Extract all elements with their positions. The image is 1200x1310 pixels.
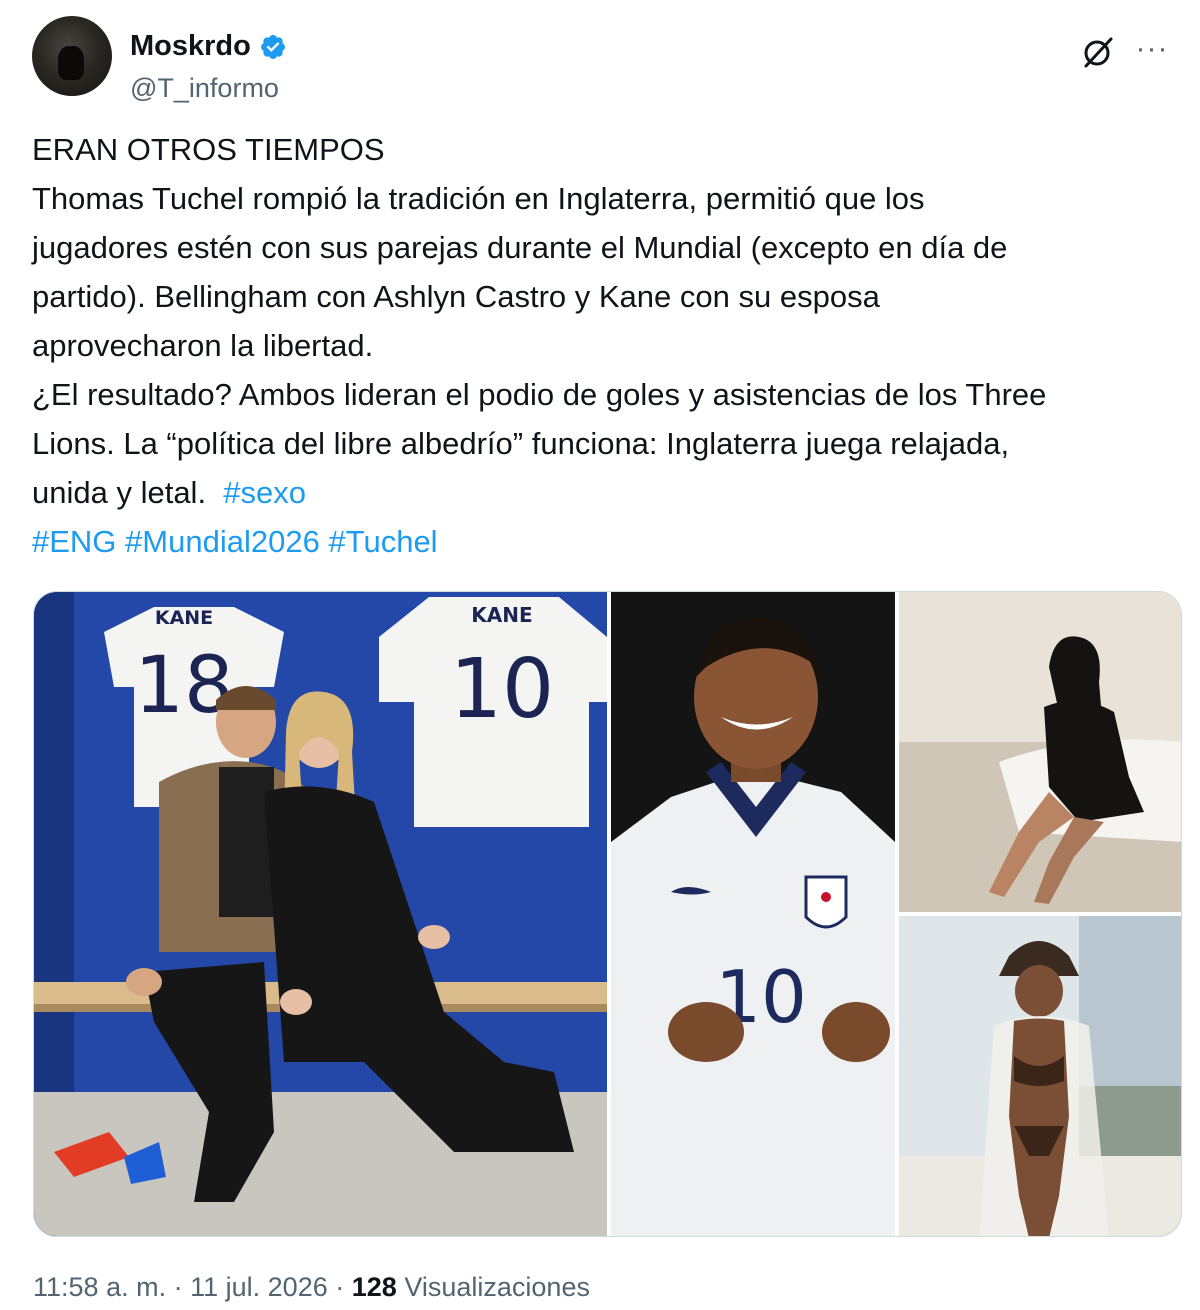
tweet-line-text: unida y letal. <box>32 475 207 510</box>
tweet-line: ERAN OTROS TIEMPOS <box>32 132 385 167</box>
meta-separator: · <box>173 1272 183 1302</box>
media-grid: KANE 18 KANE 10 10 <box>33 591 1182 1237</box>
tweet-line: Thomas Tuchel rompió la tradición en Ing… <box>32 181 925 216</box>
hashtag-mundial2026[interactable]: #Mundial2026 <box>125 524 320 559</box>
tweet-line: ¿El resultado? Ambos lideran el podio de… <box>32 377 1047 412</box>
display-name[interactable]: Moskrdo <box>130 30 251 63</box>
grok-icon[interactable] <box>1080 34 1116 70</box>
tweet-date[interactable]: 11 jul. 2026 <box>190 1272 328 1302</box>
svg-text:KANE: KANE <box>155 607 213 629</box>
views-label: Visualizaciones <box>404 1272 590 1302</box>
photo-woman-window[interactable] <box>899 916 1181 1236</box>
svg-text:10: 10 <box>450 642 554 737</box>
views-count: 128 <box>351 1272 397 1302</box>
svg-text:KANE: KANE <box>471 603 532 627</box>
avatar[interactable] <box>32 16 112 96</box>
hashtag-tuchel[interactable]: #Tuchel <box>328 524 437 559</box>
more-icon[interactable]: ··· <box>1132 34 1172 70</box>
tweet-line: aprovecharon la libertad. <box>32 328 374 363</box>
verified-badge-icon <box>260 34 285 59</box>
tweet-line: Lions. La “política del libre albedrío” … <box>32 426 1010 461</box>
hashtag-line: #ENG #Mundial2026 #Tuchel <box>32 517 1182 566</box>
hashtag-sexo[interactable]: #sexo <box>223 475 306 510</box>
tweet-time[interactable]: 11:58 a. m. <box>33 1272 166 1302</box>
photo-kane-couple[interactable]: KANE 18 KANE 10 <box>34 592 607 1236</box>
tweet-meta: 11:58 a. m. · 11 jul. 2026 · 128 Visuali… <box>33 1272 590 1303</box>
author-name-row: Moskrdo <box>130 30 287 63</box>
hashtag-eng[interactable]: #ENG <box>32 524 116 559</box>
tweet-header: Moskrdo @T_informo ··· <box>32 16 1172 103</box>
tweet-line: partido). Bellingham con Ashlyn Castro y… <box>32 279 880 314</box>
tweet-line-with-hashtag: unida y letal. #sexo <box>32 468 1182 517</box>
meta-separator: · <box>335 1272 345 1302</box>
photo-bellingham[interactable]: 10 <box>611 592 895 1236</box>
photo-woman-bed[interactable] <box>899 592 1181 912</box>
author-handle[interactable]: @T_informo <box>130 73 279 104</box>
tweet-text: ERAN OTROS TIEMPOS Thomas Tuchel rompió … <box>32 125 1182 566</box>
tweet-line: jugadores estén con sus parejas durante … <box>32 230 1008 265</box>
